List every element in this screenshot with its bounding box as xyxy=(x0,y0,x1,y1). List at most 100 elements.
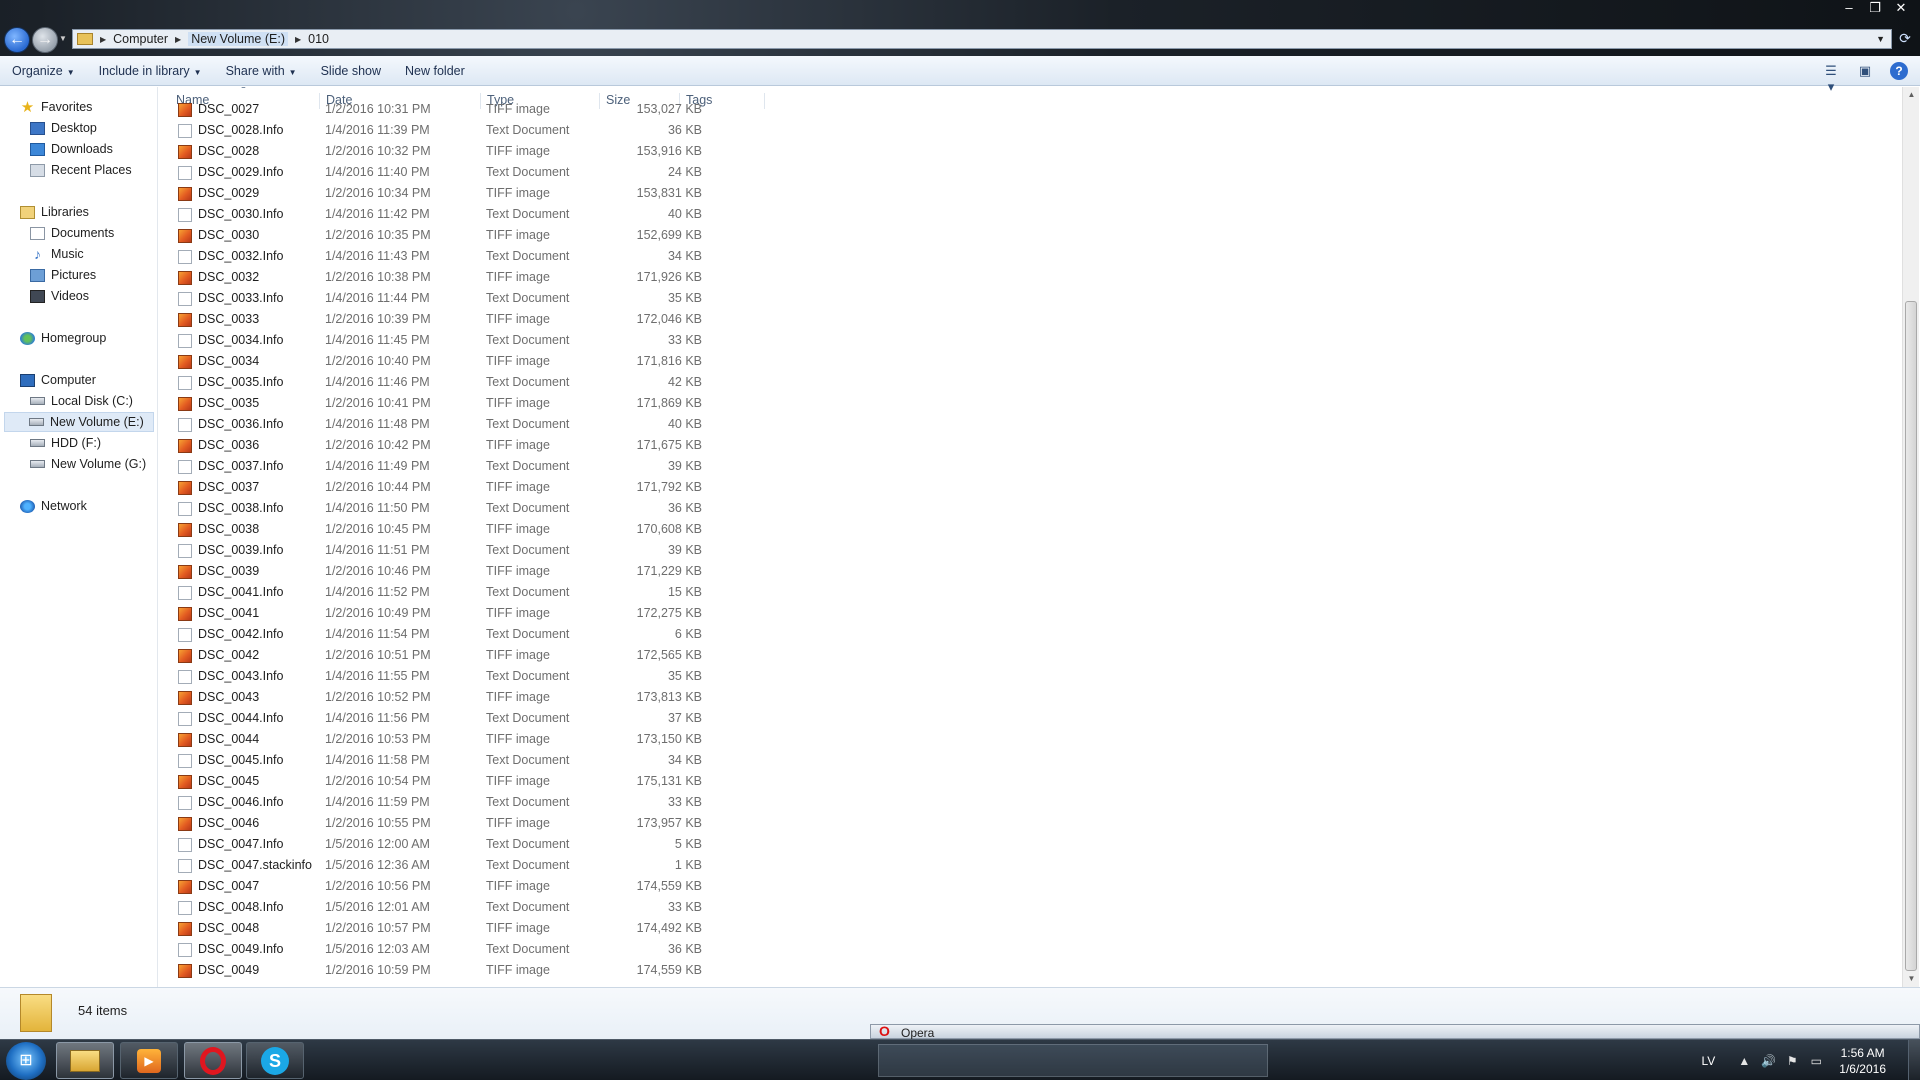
refresh-icon[interactable]: ⟳ xyxy=(1894,30,1916,48)
file-row[interactable]: DSC_0047.Info 1/5/2016 12:00 AM Text Docum… xyxy=(170,834,780,855)
breadcrumb-new-volume-e[interactable]: New Volume (E:) xyxy=(188,32,288,46)
nav-network[interactable]: Network xyxy=(20,496,87,516)
file-row[interactable]: DSC_0030.Info 1/4/2016 11:42 PM Text Docum… xyxy=(170,204,780,225)
scroll-up-icon[interactable]: ▲ xyxy=(1903,87,1920,103)
file-row[interactable]: DSC_0042.Info 1/4/2016 11:54 PM Text Docum… xyxy=(170,624,780,645)
help-icon[interactable]: ? xyxy=(1890,61,1908,80)
file-row[interactable]: DSC_0043.Info 1/4/2016 11:55 PM Text Docum… xyxy=(170,666,780,687)
file-row[interactable]: DSC_0030 1/2/2016 10:35 PM TIFF image 152,6… xyxy=(170,225,780,246)
file-row[interactable]: DSC_0049 1/2/2016 10:59 PM TIFF image 174,5… xyxy=(170,960,780,981)
language-indicator[interactable]: LV xyxy=(1701,1054,1715,1068)
nav-favorites[interactable]: ★ Favorites xyxy=(20,97,93,117)
nav-music[interactable]: ♪ Music xyxy=(30,244,84,264)
nav-libraries[interactable]: Libraries xyxy=(20,202,89,222)
close-button[interactable]: ✕ xyxy=(1888,0,1914,18)
scroll-down-icon[interactable]: ▼ xyxy=(1903,971,1920,987)
file-row[interactable]: DSC_0039 1/2/2016 10:46 PM TIFF image 171,2… xyxy=(170,561,780,582)
file-row[interactable]: DSC_0039.Info 1/4/2016 11:51 PM Text Docum… xyxy=(170,540,780,561)
organize-button[interactable]: Organize ▼ xyxy=(0,64,87,78)
minimize-button[interactable]: – xyxy=(1836,0,1862,18)
nav-desktop[interactable]: Desktop xyxy=(30,118,97,138)
file-row[interactable]: DSC_0029 1/2/2016 10:34 PM TIFF image 153,8… xyxy=(170,183,780,204)
file-row[interactable]: DSC_0042 1/2/2016 10:51 PM TIFF image 172,5… xyxy=(170,645,780,666)
new-folder-button[interactable]: New folder xyxy=(393,64,477,78)
recent-pages-dropdown-icon[interactable]: ▼ xyxy=(59,34,67,43)
file-row[interactable]: DSC_0035.Info 1/4/2016 11:46 PM Text Docum… xyxy=(170,372,780,393)
nav-local-disk-c[interactable]: Local Disk (C:) xyxy=(30,391,133,411)
preview-pane-icon[interactable]: ▣ xyxy=(1856,63,1874,79)
file-row[interactable]: DSC_0037 1/2/2016 10:44 PM TIFF image 171,7… xyxy=(170,477,780,498)
file-row[interactable]: DSC_0044 1/2/2016 10:53 PM TIFF image 173,1… xyxy=(170,729,780,750)
maximize-button[interactable]: ❐ xyxy=(1862,0,1888,18)
file-name: DSC_0027 xyxy=(198,102,260,116)
file-row[interactable]: DSC_0029.Info 1/4/2016 11:40 PM Text Docum… xyxy=(170,162,780,183)
file-row[interactable]: DSC_0036.Info 1/4/2016 11:48 PM Text Docum… xyxy=(170,414,780,435)
share-with-button[interactable]: Share with ▼ xyxy=(214,64,309,78)
file-row[interactable]: DSC_0038.Info 1/4/2016 11:50 PM Text Docum… xyxy=(170,498,780,519)
nav-new-volume-g[interactable]: New Volume (G:) xyxy=(30,454,146,474)
taskbar-opera[interactable] xyxy=(184,1042,242,1079)
network-tray-icon[interactable]: ▭ xyxy=(1809,1054,1823,1068)
nav-hdd-f[interactable]: HDD (F:) xyxy=(30,433,101,453)
taskbar-thumbnail-preview[interactable] xyxy=(878,1044,1268,1077)
breadcrumb-computer[interactable]: Computer xyxy=(113,32,168,46)
address-bar[interactable]: ▶ Computer ▶ New Volume (E:) ▶ 010 ▼ xyxy=(72,29,1892,49)
start-button[interactable]: ⊞ xyxy=(6,1042,46,1080)
file-row[interactable]: DSC_0047 1/2/2016 10:56 PM TIFF image 174,5… xyxy=(170,876,780,897)
taskbar-media-player[interactable]: ▶ xyxy=(120,1042,178,1079)
breadcrumb-separator-icon[interactable]: ▶ xyxy=(295,35,301,44)
file-row[interactable]: DSC_0032.Info 1/4/2016 11:43 PM Text Docum… xyxy=(170,246,780,267)
file-row[interactable]: DSC_0049.Info 1/5/2016 12:03 AM Text Docum… xyxy=(170,939,780,960)
nav-pictures[interactable]: Pictures xyxy=(30,265,96,285)
breadcrumb-010[interactable]: 010 xyxy=(308,32,329,46)
clock[interactable]: 1:56 AM 1/6/2016 xyxy=(1839,1045,1886,1077)
breadcrumb-separator-icon[interactable]: ▶ xyxy=(100,35,106,44)
file-row[interactable]: DSC_0033 1/2/2016 10:39 PM TIFF image 172,0… xyxy=(170,309,780,330)
file-row[interactable]: DSC_0034.Info 1/4/2016 11:45 PM Text Docum… xyxy=(170,330,780,351)
file-row[interactable]: DSC_0043 1/2/2016 10:52 PM TIFF image 173,8… xyxy=(170,687,780,708)
file-row[interactable]: DSC_0048.Info 1/5/2016 12:01 AM Text Docum… xyxy=(170,897,780,918)
file-row[interactable]: DSC_0045.Info 1/4/2016 11:58 PM Text Docum… xyxy=(170,750,780,771)
file-row[interactable]: DSC_0028.Info 1/4/2016 11:39 PM Text Docum… xyxy=(170,120,780,141)
file-row[interactable]: DSC_0045 1/2/2016 10:54 PM TIFF image 175,1… xyxy=(170,771,780,792)
nav-videos[interactable]: Videos xyxy=(30,286,89,306)
include-in-library-button[interactable]: Include in library ▼ xyxy=(87,64,214,78)
file-row[interactable]: DSC_0032 1/2/2016 10:38 PM TIFF image 171,9… xyxy=(170,267,780,288)
file-row[interactable]: DSC_0046.Info 1/4/2016 11:59 PM Text Docum… xyxy=(170,792,780,813)
file-row[interactable]: DSC_0041 1/2/2016 10:49 PM TIFF image 172,2… xyxy=(170,603,780,624)
file-row[interactable]: DSC_0027 1/2/2016 10:31 PM TIFF image 153,0… xyxy=(170,99,780,120)
file-row[interactable]: DSC_0028 1/2/2016 10:32 PM TIFF image 153,9… xyxy=(170,141,780,162)
file-row[interactable]: DSC_0047.stackinfo 1/5/2016 12:36 AM Text … xyxy=(170,855,780,876)
action-center-flag-icon[interactable]: ⚑ xyxy=(1785,1054,1799,1068)
nav-recent-places[interactable]: Recent Places xyxy=(30,160,132,180)
address-dropdown-icon[interactable]: ▼ xyxy=(1876,34,1885,44)
file-row[interactable]: DSC_0034 1/2/2016 10:40 PM TIFF image 171,8… xyxy=(170,351,780,372)
change-view-icon[interactable]: ☰ ▾ xyxy=(1822,63,1840,94)
file-row[interactable]: DSC_0041.Info 1/4/2016 11:52 PM Text Docum… xyxy=(170,582,780,603)
file-row[interactable]: DSC_0038 1/2/2016 10:45 PM TIFF image 170,6… xyxy=(170,519,780,540)
nav-computer[interactable]: Computer xyxy=(20,370,96,390)
slide-show-button[interactable]: Slide show xyxy=(309,64,393,78)
breadcrumb-separator-icon[interactable]: ▶ xyxy=(175,35,181,44)
file-row[interactable]: DSC_0033.Info 1/4/2016 11:44 PM Text Docum… xyxy=(170,288,780,309)
file-row[interactable]: DSC_0048 1/2/2016 10:57 PM TIFF image 174,4… xyxy=(170,918,780,939)
file-row[interactable]: DSC_0044.Info 1/4/2016 11:56 PM Text Docum… xyxy=(170,708,780,729)
show-hidden-icons-icon[interactable]: ▲ xyxy=(1737,1054,1751,1068)
vertical-scrollbar[interactable]: ▲ ▼ xyxy=(1902,87,1919,987)
forward-button[interactable]: → xyxy=(32,27,58,53)
taskbar-skype[interactable]: S xyxy=(246,1042,304,1079)
file-row[interactable]: DSC_0037.Info 1/4/2016 11:49 PM Text Docum… xyxy=(170,456,780,477)
nav-homegroup[interactable]: Homegroup xyxy=(20,328,106,348)
scrollbar-thumb[interactable] xyxy=(1905,301,1917,971)
taskbar-explorer[interactable] xyxy=(56,1042,114,1079)
back-button[interactable]: ← xyxy=(4,27,30,53)
opera-window-tab[interactable]: O Opera xyxy=(870,1024,1920,1040)
volume-icon[interactable]: 🔊 xyxy=(1761,1054,1776,1068)
show-desktop-button[interactable] xyxy=(1908,1040,1920,1080)
file-row[interactable]: DSC_0036 1/2/2016 10:42 PM TIFF image 171,6… xyxy=(170,435,780,456)
file-row[interactable]: DSC_0046 1/2/2016 10:55 PM TIFF image 173,9… xyxy=(170,813,780,834)
file-row[interactable]: DSC_0035 1/2/2016 10:41 PM TIFF image 171,8… xyxy=(170,393,780,414)
nav-documents[interactable]: Documents xyxy=(30,223,114,243)
nav-downloads[interactable]: Downloads xyxy=(30,139,113,159)
nav-new-volume-e[interactable]: New Volume (E:) xyxy=(4,412,154,432)
